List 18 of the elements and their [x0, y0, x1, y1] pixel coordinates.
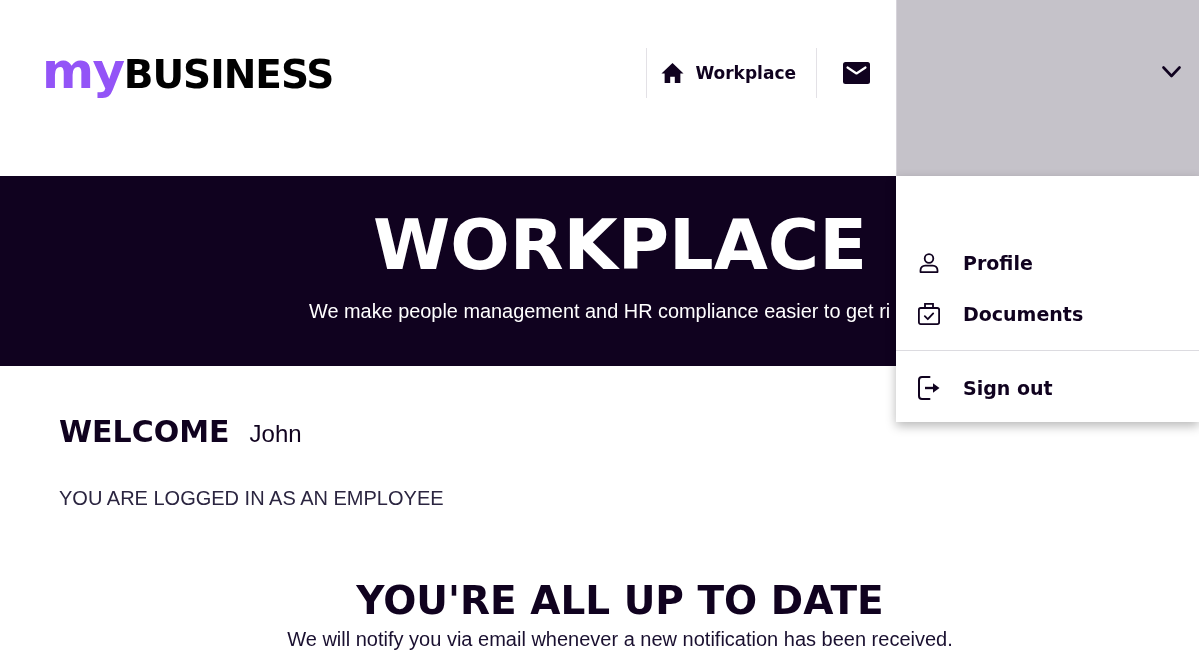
hero-title: WORKPLACE [372, 210, 868, 280]
briefcase-check-icon [918, 303, 940, 325]
welcome-heading: WELCOME [59, 414, 230, 450]
person-icon [919, 253, 939, 273]
menu-item[interactable]: Documents [896, 294, 1199, 334]
status-message: We will notify you via email whenever a new notification has been received. [287, 626, 953, 651]
chevron-down-icon [1162, 66, 1181, 78]
mail-icon [843, 62, 870, 84]
nav-link[interactable]: Workplace [646, 48, 816, 98]
user-name: John [249, 420, 302, 449]
status-heading: YOU'RE ALL UP TO DATE [356, 578, 884, 625]
menu-item[interactable]: Sign out [896, 368, 1199, 408]
logo[interactable]: myBUSINESS [42, 41, 334, 101]
menu-item[interactable]: Profile [896, 243, 1199, 283]
role-note: YOU ARE LOGGED IN AS AN EMPLOYEE [59, 486, 445, 510]
sign-out-icon [918, 376, 940, 400]
hero-subtitle: We make people management and HR compliance easier to get ri [309, 300, 891, 324]
home-icon [661, 62, 685, 84]
